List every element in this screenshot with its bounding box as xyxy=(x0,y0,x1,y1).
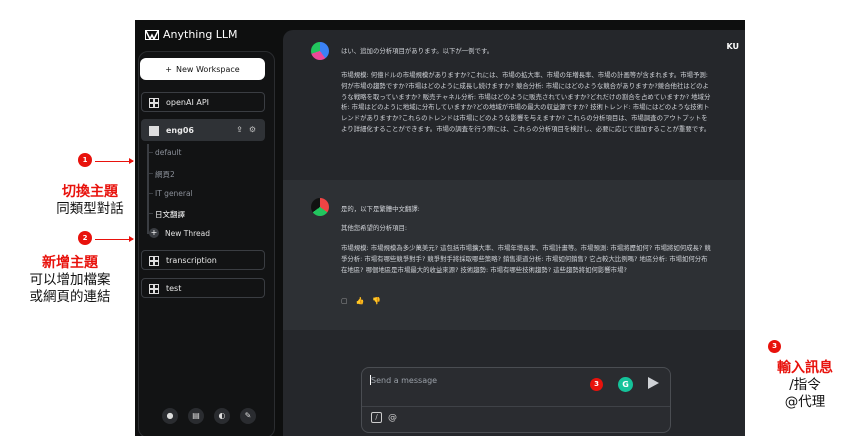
app-window: Anything LLM + New Workspace openAI API … xyxy=(135,20,745,436)
assistant-avatar xyxy=(311,42,329,60)
sidebar-footer: ● ▤ ◐ ✎ xyxy=(135,408,283,424)
copy-icon[interactable]: ▢ xyxy=(341,297,348,305)
assistant-message: はい、追加の分析項目があります。以下が一例です。 市場規模: 何億ドルの市場規模… xyxy=(283,30,745,178)
annotation-dot-1: 1 xyxy=(78,153,92,167)
message-text: はい、追加の分析項目があります。以下が一例です。 xyxy=(341,47,494,55)
agent-at-button[interactable]: @ xyxy=(388,413,397,423)
workspace-icon xyxy=(149,283,159,294)
workspace-label: eng06 xyxy=(166,125,194,135)
thread-default[interactable]: default xyxy=(155,148,181,157)
annotation-dot-3-side: 3 xyxy=(768,340,781,353)
github-icon[interactable]: ● xyxy=(162,408,178,424)
user-avatar xyxy=(311,198,329,216)
plus-icon: + xyxy=(165,64,172,74)
workspace-icon xyxy=(149,255,159,266)
gear-icon[interactable]: ⚙ xyxy=(249,125,256,134)
upload-icon[interactable]: ⇪ xyxy=(236,125,243,134)
docs-book-icon[interactable]: ▤ xyxy=(188,408,204,424)
message-body: 市場規模: 何億ドルの市場規模がありますか?これには、市場の拡大率、市場の年増長… xyxy=(341,71,711,133)
annotation-2-title: 新增主題 xyxy=(42,255,98,271)
annotation-3-sub1: /指令 xyxy=(789,377,821,393)
thread-it-general[interactable]: IT general xyxy=(155,189,193,198)
message-text: 是的，以下是繁體中文翻譯: xyxy=(341,205,420,213)
thread-web2[interactable]: 網頁2 xyxy=(155,169,175,180)
annotation-1-sub: 同類型對話 xyxy=(56,201,124,217)
new-workspace-button[interactable]: + New Workspace xyxy=(140,58,265,80)
workspace-eng06[interactable]: eng06 ⇪ ⚙ xyxy=(141,119,265,141)
grammarly-icon[interactable]: G xyxy=(618,377,633,392)
slash-command-button[interactable]: / xyxy=(371,412,382,423)
thumbs-down-icon[interactable]: 👎 xyxy=(372,297,381,305)
app-logo: Anything LLM xyxy=(145,28,238,41)
plus-icon: + xyxy=(149,228,159,238)
thread-branch xyxy=(147,152,153,153)
annotation-dot-2: 2 xyxy=(78,231,92,245)
workspace-label: test xyxy=(166,283,182,293)
annotation-dot-3: 3 xyxy=(590,378,603,391)
app-title: Anything LLM xyxy=(163,28,238,41)
annotation-1-title: 切換主題 xyxy=(62,184,118,200)
annotation-2: 新增主題 可以增加檔案 或網頁的連結 xyxy=(0,255,140,306)
workspace-icon xyxy=(149,97,159,108)
new-thread-button[interactable]: + New Thread xyxy=(149,228,210,238)
send-icon[interactable] xyxy=(648,377,659,389)
workspace-transcription[interactable]: transcription xyxy=(141,250,265,270)
annotation-1: 切換主題 同類型對話 xyxy=(30,184,150,218)
annotation-arrow-1 xyxy=(95,158,134,164)
workspace-label: openAI API xyxy=(166,97,209,107)
workspace-label: transcription xyxy=(166,255,217,265)
thumbs-up-icon[interactable]: 👍 xyxy=(356,297,365,305)
thread-japanese-translation[interactable]: 日文翻譯 xyxy=(155,209,185,220)
sidebar: Anything LLM + New Workspace openAI API … xyxy=(135,20,283,436)
logo-icon xyxy=(145,29,159,40)
annotation-arrow-2 xyxy=(95,236,134,242)
new-thread-label: New Thread xyxy=(165,228,210,238)
workspace-test[interactable]: test xyxy=(141,278,265,298)
chat-panel: KU はい、追加の分析項目があります。以下が一例です。 市場規模: 何億ドルの市… xyxy=(283,30,745,436)
input-divider xyxy=(362,406,670,407)
discord-icon[interactable]: ◐ xyxy=(214,408,230,424)
thread-branch xyxy=(147,173,153,174)
workspace-openai-api[interactable]: openAI API xyxy=(141,92,265,112)
workspace-icon xyxy=(149,125,159,136)
user-message: 是的，以下是繁體中文翻譯: 其他您希望的分析項目: 市場規模: 市場規模為多少萬… xyxy=(283,180,745,330)
wrench-settings-icon[interactable]: ✎ xyxy=(240,408,256,424)
annotation-2-sub2: 或網頁的連結 xyxy=(29,289,111,305)
annotation-3: 輸入訊息 /指令 @代理 xyxy=(755,360,855,411)
input-placeholder: Send a message xyxy=(371,376,438,385)
message-body: 市場規模: 市場規模為多少萬美元? 這包括市場擴大率、市場年增長率、市場計畫等。… xyxy=(341,244,711,274)
message-intro: 其他您希望的分析項目: xyxy=(341,224,408,232)
annotation-2-sub1: 可以增加檔案 xyxy=(29,272,111,288)
new-workspace-label: New Workspace xyxy=(175,64,240,74)
annotation-3-title: 輸入訊息 xyxy=(777,360,833,376)
message-input[interactable]: Send a message 3 G / @ xyxy=(361,367,671,433)
annotation-3-sub2: @代理 xyxy=(784,394,826,410)
